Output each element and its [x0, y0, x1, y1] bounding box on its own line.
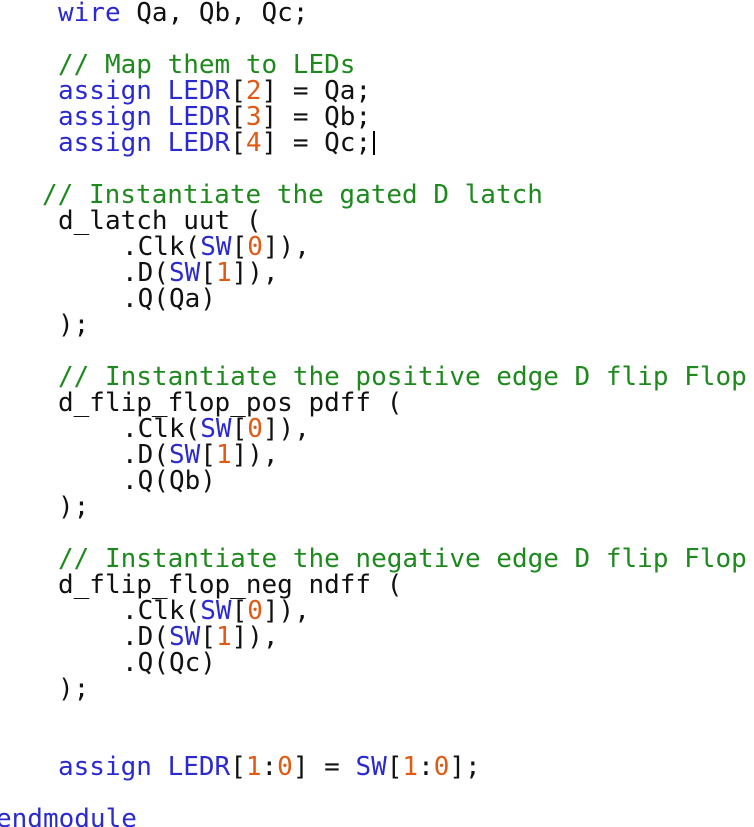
code-editor[interactable]: wire Qa, Qb, Qc;// Map them to LEDs assig… — [0, 0, 754, 827]
operator-token: [ — [230, 752, 246, 782]
code-token: .Q(Qc) — [122, 648, 216, 678]
keyword-token: assign — [58, 128, 152, 158]
code-line-comment-map-leds[interactable]: // Map them to LEDs — [58, 52, 355, 78]
code-line-endmodule[interactable]: endmodule — [0, 806, 137, 827]
code-token: .Q(Qb) — [122, 466, 216, 496]
code-line-port-d-neg[interactable]: .D(SW[1]), — [122, 624, 279, 650]
code-line-assign-ledr-2[interactable]: assign LEDR[2] = Qa; — [58, 78, 371, 104]
code-line-port-q-neg[interactable]: .Q(Qc) — [122, 650, 216, 676]
code-line-close-neg[interactable]: ); — [58, 676, 89, 702]
code-line-wire-declaration[interactable]: wire Qa, Qb, Qc; — [58, 0, 308, 26]
operator-token: ]), — [231, 440, 279, 470]
operator-token: [ — [230, 128, 246, 158]
code-line-comment-gated-latch[interactable]: // Instantiate the gated D latch — [42, 182, 543, 208]
operator-token: ] — [261, 128, 278, 158]
text-cursor — [373, 131, 376, 155]
number-token: 4 — [245, 128, 262, 158]
code-line-port-d-pos[interactable]: .D(SW[1]), — [122, 442, 279, 468]
code-token: ); — [58, 674, 90, 704]
number-token: 1 — [215, 440, 232, 470]
code-line-comment-pos-flipflop[interactable]: // Instantiate the positive edge D flip … — [58, 364, 747, 390]
operator-token: ]), — [231, 622, 279, 652]
code-line-port-d-latch[interactable]: .D(SW[1]), — [122, 260, 279, 286]
code-line-port-clk-latch[interactable]: .Clk(SW[0]), — [122, 234, 310, 260]
keyword-token: SW — [355, 752, 387, 782]
operator-token: [ — [386, 752, 403, 782]
number-token: 0 — [277, 752, 293, 782]
code-token: ); — [58, 492, 90, 522]
code-line-port-clk-pos[interactable]: .Clk(SW[0]), — [122, 416, 310, 442]
keyword-token: LEDR — [167, 128, 231, 158]
number-token: 1 — [215, 622, 232, 652]
code-line-close-pos[interactable]: ); — [58, 494, 89, 520]
code-line-assign-ledr-4[interactable]: assign LEDR[4] = Qc; — [58, 128, 376, 158]
code-token: ); — [58, 310, 90, 340]
keyword-token: LEDR — [167, 752, 231, 782]
code-line-port-q-pos[interactable]: .Q(Qb) — [122, 468, 216, 494]
operator-token: : — [418, 752, 434, 782]
code-token: Qa, Qb, Qc; — [120, 0, 309, 28]
code-line-port-clk-neg[interactable]: .Clk(SW[0]), — [122, 598, 310, 624]
number-token: 1 — [215, 258, 232, 288]
keyword-token: endmodule — [0, 804, 137, 827]
operator-token: ] — [292, 752, 309, 782]
number-token: 1 — [402, 752, 419, 782]
code-token: = — [308, 752, 356, 782]
operator-token: : — [261, 752, 278, 782]
keyword-token: assign — [58, 752, 152, 782]
code-line-d-flip-flop-pos-instance[interactable]: d_flip_flop_pos pdff ( — [58, 390, 402, 416]
code-line-d-flip-flop-neg-instance[interactable]: d_flip_flop_neg ndff ( — [58, 572, 402, 598]
code-token: .Q(Qa) — [122, 284, 216, 314]
number-token: 0 — [433, 752, 450, 782]
operator-token: ]), — [231, 258, 279, 288]
number-token: 1 — [245, 752, 262, 782]
keyword-token: wire — [58, 0, 121, 28]
code-line-assign-ledr-3[interactable]: assign LEDR[3] = Qb; — [58, 104, 371, 130]
code-line-assign-ledr-1-0[interactable]: assign LEDR[1:0] = SW[1:0]; — [58, 754, 481, 780]
operator-token: ]; — [449, 752, 481, 782]
code-line-d-latch-instance[interactable]: d_latch uut ( — [58, 208, 262, 234]
code-line-close-latch[interactable]: ); — [58, 312, 89, 338]
code-line-comment-neg-flipflop[interactable]: // Instantiate the negative edge D flip … — [58, 546, 747, 572]
code-line-port-q-latch[interactable]: .Q(Qa) — [122, 286, 216, 312]
code-token: = Qc; — [277, 128, 372, 158]
